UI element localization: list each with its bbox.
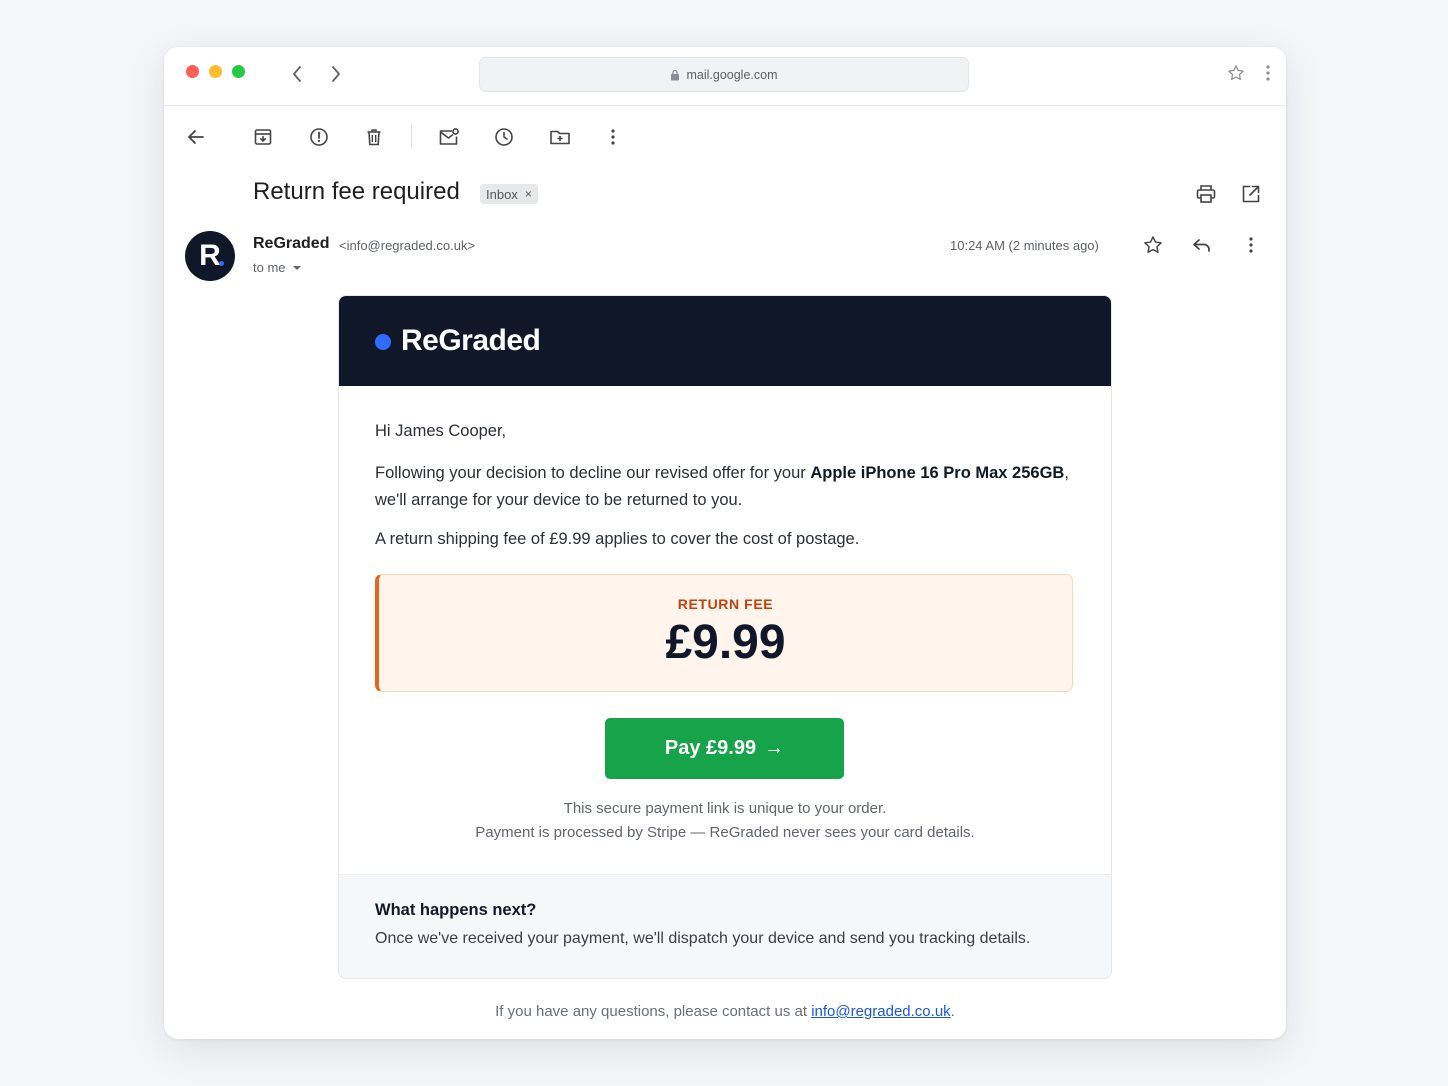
recipient-text: to me bbox=[253, 260, 286, 275]
email-subject: Return fee required bbox=[253, 178, 460, 205]
maximize-window-button[interactable] bbox=[232, 65, 245, 78]
back-to-inbox-icon[interactable] bbox=[184, 125, 208, 149]
archive-icon[interactable] bbox=[251, 125, 275, 149]
mark-unread-icon[interactable] bbox=[437, 125, 461, 149]
next-steps-section: What happens next? Once we've received y… bbox=[339, 874, 1111, 978]
contact-footer: If you have any questions, please contac… bbox=[495, 1003, 955, 1020]
recipient-details[interactable]: to me bbox=[253, 260, 302, 275]
browser-window: mail.google.com Return fee required Inbo… bbox=[164, 47, 1286, 1039]
label-text: Inbox bbox=[486, 186, 518, 202]
secure-link-note: This secure payment link is unique to yo… bbox=[563, 800, 887, 817]
brand-name: ReGraded bbox=[401, 324, 541, 357]
fee-paragraph: A return shipping fee of £9.99 applies t… bbox=[375, 530, 860, 548]
pay-button[interactable]: Pay £9.99 → bbox=[605, 718, 844, 779]
star-message-icon[interactable] bbox=[1142, 234, 1164, 256]
browser-menu-icon[interactable] bbox=[1258, 63, 1278, 83]
next-steps-text: Once we've received your payment, we'll … bbox=[375, 930, 1031, 947]
print-icon[interactable] bbox=[1195, 183, 1217, 205]
move-to-icon[interactable] bbox=[548, 125, 572, 149]
close-window-button[interactable] bbox=[186, 65, 199, 78]
snooze-icon[interactable] bbox=[492, 125, 516, 149]
email-body-card: ReGraded Hi James Cooper, Following your… bbox=[338, 295, 1112, 979]
open-new-window-icon[interactable] bbox=[1240, 183, 1262, 205]
return-fee-amount: £9.99 bbox=[665, 616, 786, 669]
return-fee-box: RETURN FEE £9.99 bbox=[375, 574, 1073, 692]
decline-paragraph: Following your decision to decline our r… bbox=[375, 464, 1069, 509]
delete-icon[interactable] bbox=[362, 125, 386, 149]
report-spam-icon[interactable] bbox=[307, 125, 331, 149]
sender-email: <info@regraded.co.uk> bbox=[339, 238, 476, 253]
bookmark-star-icon[interactable] bbox=[1226, 63, 1246, 83]
reply-icon[interactable] bbox=[1191, 234, 1213, 256]
url-text: mail.google.com bbox=[686, 67, 778, 82]
arrow-right-icon: → bbox=[764, 737, 785, 759]
lock-icon bbox=[670, 69, 680, 81]
remove-label-icon[interactable]: × bbox=[525, 187, 532, 201]
toolbar-divider bbox=[411, 125, 412, 149]
pay-button-label: Pay £9.99 bbox=[664, 737, 757, 759]
brand-logo-dot bbox=[375, 334, 391, 350]
browser-chrome: mail.google.com bbox=[164, 47, 1286, 106]
greeting: Hi James Cooper, bbox=[375, 422, 507, 440]
contact-email-link[interactable]: info@regraded.co.uk bbox=[811, 1003, 950, 1020]
sender-name[interactable]: ReGraded bbox=[253, 235, 329, 253]
browser-forward-icon[interactable] bbox=[326, 63, 346, 85]
next-steps-title: What happens next? bbox=[375, 901, 537, 919]
message-timestamp: 10:24 AM (2 minutes ago) bbox=[950, 238, 1099, 253]
sender-avatar[interactable]: R bbox=[185, 231, 235, 281]
avatar-dot bbox=[219, 261, 224, 266]
chevron-down-icon[interactable] bbox=[292, 265, 302, 271]
message-more-icon[interactable] bbox=[1240, 234, 1262, 256]
product-name: Apple iPhone 16 Pro Max 256GB bbox=[810, 464, 1065, 482]
minimize-window-button[interactable] bbox=[209, 65, 222, 78]
email-brand-header: ReGraded bbox=[339, 296, 1111, 386]
avatar-letter: R bbox=[199, 239, 221, 272]
stripe-note: Payment is processed by Stripe — ReGrade… bbox=[475, 824, 975, 841]
address-bar[interactable]: mail.google.com bbox=[479, 57, 969, 92]
return-fee-label: RETURN FEE bbox=[677, 596, 774, 612]
more-actions-icon[interactable] bbox=[601, 125, 625, 149]
inbox-label-chip[interactable]: Inbox × bbox=[480, 184, 538, 204]
browser-back-icon[interactable] bbox=[287, 63, 307, 85]
